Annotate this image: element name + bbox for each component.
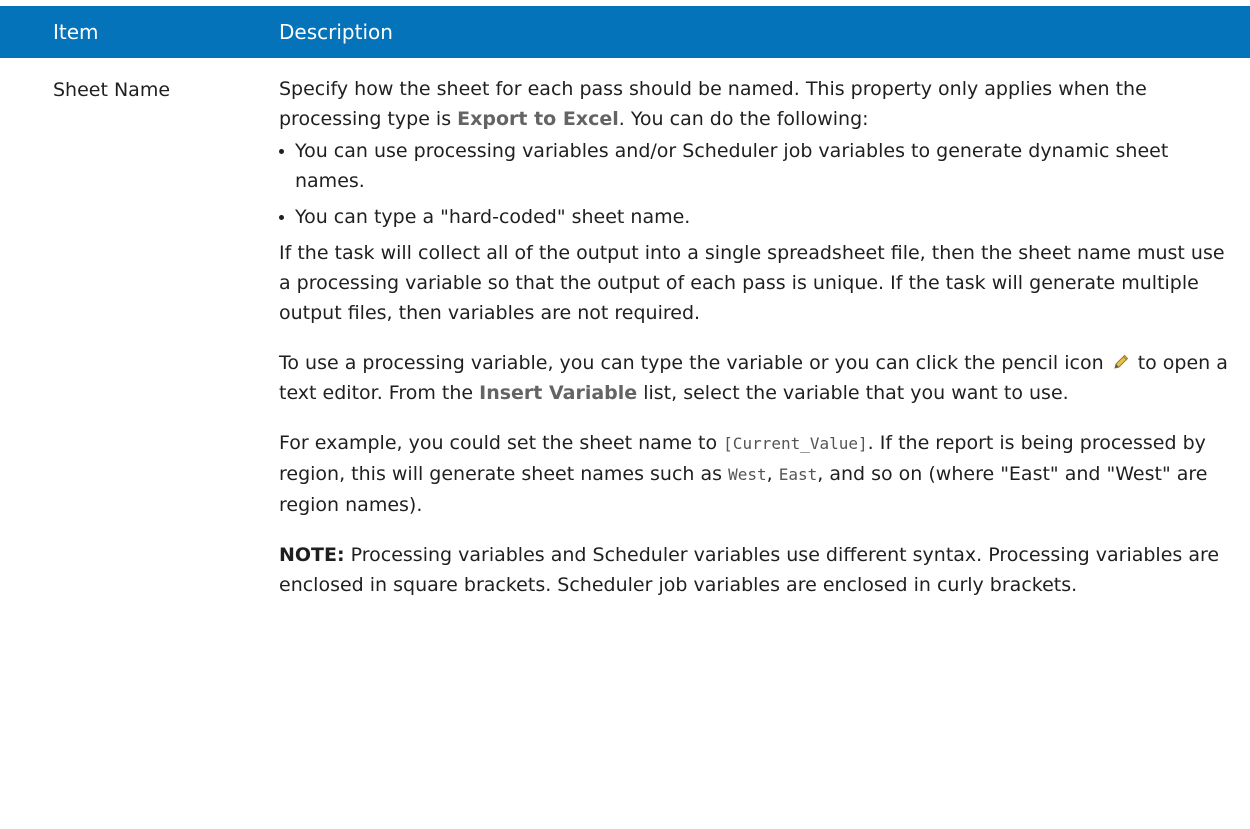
header-item: Item [53,20,99,44]
list-item: You can use processing variables and/or … [279,136,1239,196]
example-text-1: For example, you could set the sheet nam… [279,432,724,454]
example-paragraph: For example, you could set the sheet nam… [279,428,1239,520]
list-item-text: You can type a "hard-coded" sheet name. [295,206,691,228]
intro-text-2: . You can do the following: [618,108,869,130]
code-west: West [728,465,767,484]
ui-term-export-to-excel: Export to Excel [457,108,619,130]
example-text-3: , [766,463,779,485]
property-table: Item Description Sheet Name Specify how … [0,0,1250,829]
item-name: Sheet Name [53,79,171,101]
intro-paragraph: Specify how the sheet for each pass shou… [279,74,1239,134]
option-list: You can use processing variables and/or … [279,136,1239,232]
collect-paragraph: If the task will collect all of the outp… [279,242,1225,324]
ui-term-insert-variable: Insert Variable [479,382,638,404]
bullet-icon [279,149,284,154]
pencil-paragraph: To use a processing variable, you can ty… [279,348,1239,408]
code-current-value: [Current_Value] [723,434,868,453]
header-description: Description [279,20,393,44]
bullet-icon [279,215,284,220]
note-text: Processing variables and Scheduler varia… [279,544,1220,596]
pencil-text-1: To use a processing variable, you can ty… [279,352,1110,374]
table-header: Item Description [0,6,1250,58]
code-east: East [778,465,818,484]
list-item: You can type a "hard-coded" sheet name. [279,202,1239,232]
note-label: NOTE: [279,544,345,566]
list-item-text: You can use processing variables and/or … [295,140,1169,192]
pencil-icon [1112,350,1130,369]
pencil-text-3: list, select the variable that you want … [637,382,1069,404]
description-cell: Specify how the sheet for each pass shou… [279,74,1239,600]
note-paragraph: NOTE: Processing variables and Scheduler… [279,540,1239,600]
